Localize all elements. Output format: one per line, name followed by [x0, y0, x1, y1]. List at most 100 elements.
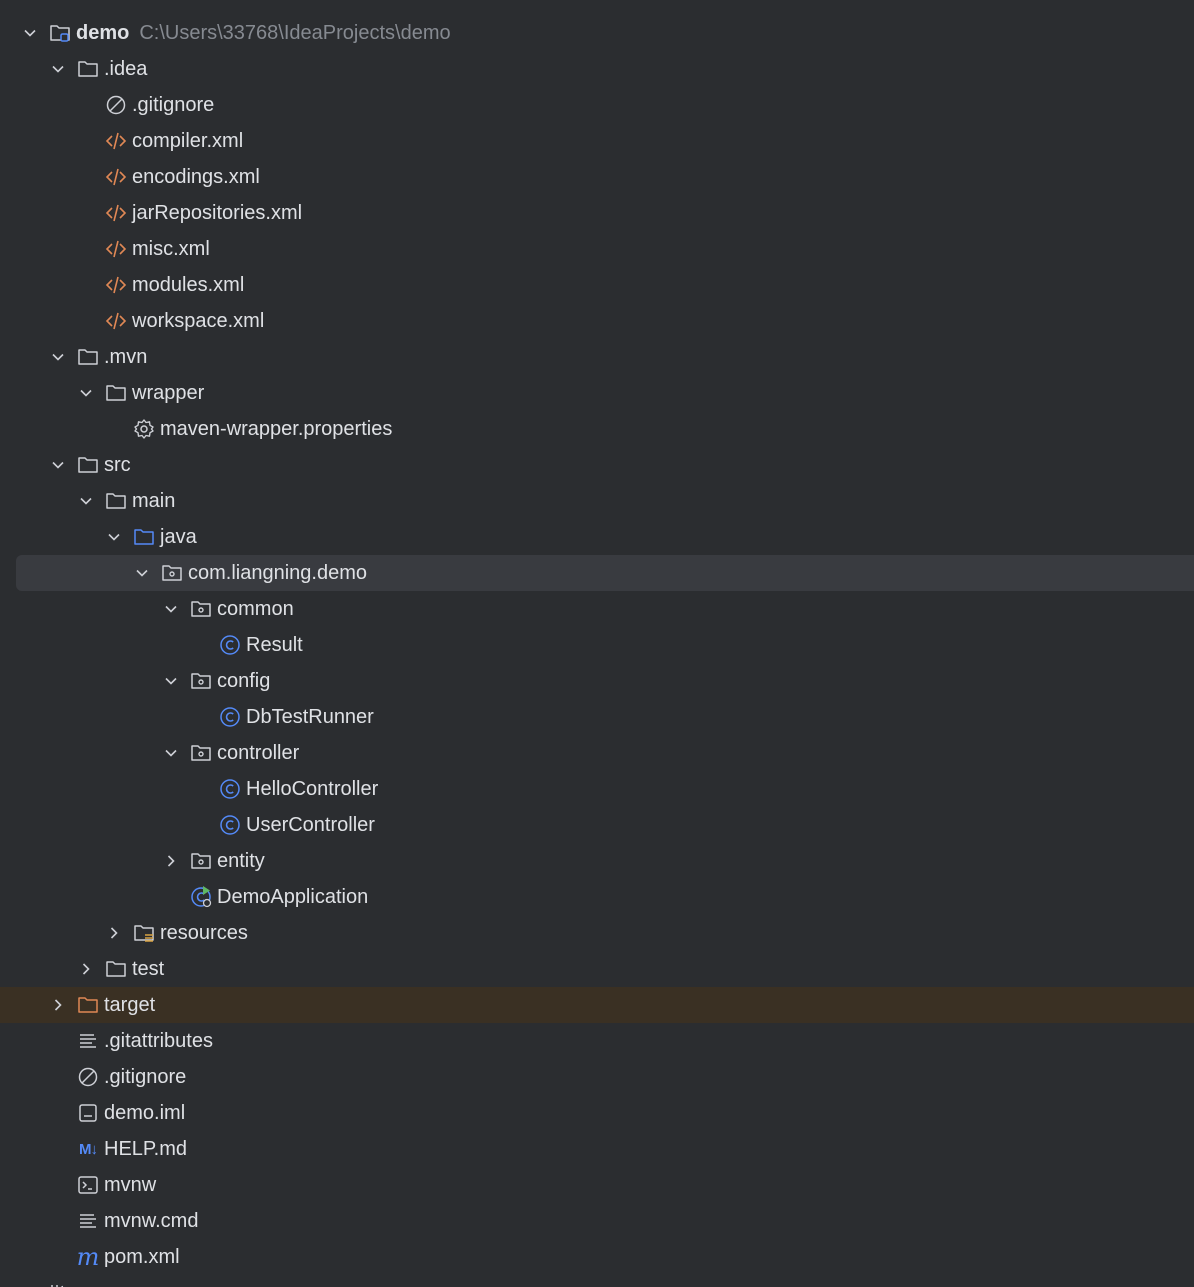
tree-node-demo-iml[interactable]: demo.iml — [0, 1095, 1194, 1131]
xml-file-icon — [104, 165, 128, 189]
tree-node-label: src — [104, 453, 131, 476]
tree-node-workspace-xml[interactable]: workspace.xml — [0, 303, 1194, 339]
tree-node-label: misc.xml — [132, 237, 210, 260]
tree-node-label: UserController — [246, 813, 375, 836]
tree-node-label: HELP.md — [104, 1137, 188, 1160]
class-icon — [218, 633, 242, 657]
tree-node-hellocontroller[interactable]: HelloController — [0, 771, 1194, 807]
tree-node-entity[interactable]: entity — [0, 843, 1194, 879]
text-file-icon — [76, 1209, 100, 1233]
excluded-folder-icon — [76, 993, 100, 1017]
chevron-down-icon[interactable] — [104, 527, 124, 547]
tree-node-label: jarRepositories.xml — [132, 201, 303, 224]
chevron-down-icon[interactable] — [48, 347, 68, 367]
chevron-right-icon[interactable] — [48, 995, 68, 1015]
ignored-file-icon — [104, 93, 128, 117]
source-folder-icon — [132, 525, 156, 549]
resources-folder-icon — [132, 921, 156, 945]
class-icon — [218, 777, 242, 801]
tree-node-label: test — [132, 957, 165, 980]
xml-file-icon — [104, 273, 128, 297]
tree-node-label: DbTestRunner — [246, 705, 374, 728]
folder-icon — [104, 957, 128, 981]
tree-node-pom-xml[interactable]: m pom.xml — [0, 1239, 1194, 1275]
chevron-right-icon[interactable] — [20, 1283, 40, 1287]
tree-node-label: encodings.xml — [132, 165, 260, 188]
tree-node-label: modules.xml — [132, 273, 245, 296]
tree-node-label: .mvn — [104, 345, 148, 368]
tree-node-result[interactable]: Result — [0, 627, 1194, 663]
tree-node-wrapper[interactable]: wrapper — [0, 375, 1194, 411]
chevron-down-icon[interactable] — [76, 383, 96, 403]
tree-node-demo[interactable]: demo C:\Users\33768\IdeaProjects\demo — [0, 15, 1194, 51]
tree-node-root-gitignore[interactable]: .gitignore — [0, 1059, 1194, 1095]
tree-node-label: config — [217, 669, 271, 692]
tree-node-gitattributes[interactable]: .gitattributes — [0, 1023, 1194, 1059]
tree-node-maven-wrapper-properties[interactable]: maven-wrapper.properties — [0, 411, 1194, 447]
package-icon — [189, 741, 213, 765]
tree-node-modules-xml[interactable]: modules.xml — [0, 267, 1194, 303]
tree-node-resources[interactable]: resources — [0, 915, 1194, 951]
folder-icon — [76, 57, 100, 81]
class-icon — [218, 813, 242, 837]
chevron-right-icon[interactable] — [104, 923, 124, 943]
tree-node-java[interactable]: java — [0, 519, 1194, 555]
chevron-down-icon[interactable] — [161, 599, 181, 619]
runnable-class-icon — [189, 885, 213, 909]
tree-node-label: mvnw — [104, 1173, 157, 1196]
tree-node-label: .gitignore — [132, 93, 215, 116]
tree-node-label: pom.xml — [104, 1245, 180, 1268]
tree-node-config[interactable]: config — [0, 663, 1194, 699]
tree-node-test[interactable]: test — [0, 951, 1194, 987]
tree-node-label: controller — [217, 741, 300, 764]
tree-node-label: com.liangning.demo — [188, 561, 367, 584]
tree-node-compiler-xml[interactable]: compiler.xml — [0, 123, 1194, 159]
tree-node-help-md[interactable]: M↓ HELP.md — [0, 1131, 1194, 1167]
tree-node-mvnw[interactable]: mvnw — [0, 1167, 1194, 1203]
chevron-down-icon[interactable] — [132, 563, 152, 583]
tree-node-src[interactable]: src — [0, 447, 1194, 483]
package-icon — [189, 669, 213, 693]
tree-node-com-liangning-demo[interactable]: com.liangning.demo — [16, 555, 1194, 591]
chevron-down-icon[interactable] — [161, 671, 181, 691]
chevron-down-icon[interactable] — [48, 59, 68, 79]
tree-node-demoapplication[interactable]: DemoApplication — [0, 879, 1194, 915]
chevron-down-icon[interactable] — [76, 491, 96, 511]
package-icon — [189, 849, 213, 873]
chevron-down-icon[interactable] — [20, 23, 40, 43]
tree-node-external-libraries[interactable] — [0, 1275, 1194, 1287]
tree-node-usercontroller[interactable]: UserController — [0, 807, 1194, 843]
tree-node-controller[interactable]: controller — [0, 735, 1194, 771]
tree-node-label: mvnw.cmd — [104, 1209, 199, 1232]
tree-node-target[interactable]: target — [0, 987, 1194, 1023]
tree-node-label: DemoApplication — [217, 885, 369, 908]
chevron-down-icon[interactable] — [48, 455, 68, 475]
xml-file-icon — [104, 129, 128, 153]
project-path: C:\Users\33768\IdeaProjects\demo — [139, 21, 451, 44]
tree-node-mvnw-cmd[interactable]: mvnw.cmd — [0, 1203, 1194, 1239]
chevron-right-icon[interactable] — [161, 851, 181, 871]
module-file-icon — [76, 1101, 100, 1125]
tree-node-encodings-xml[interactable]: encodings.xml — [0, 159, 1194, 195]
maven-icon: m — [76, 1245, 100, 1269]
chevron-right-icon[interactable] — [76, 959, 96, 979]
tree-node-jarrepositories-xml[interactable]: jarRepositories.xml — [0, 195, 1194, 231]
chevron-down-icon[interactable] — [161, 743, 181, 763]
tree-node-common[interactable]: common — [0, 591, 1194, 627]
tree-node-label: .gitignore — [104, 1065, 187, 1088]
tree-node-mvn[interactable]: .mvn — [0, 339, 1194, 375]
library-icon — [48, 1281, 72, 1287]
tree-node-label: .idea — [104, 57, 148, 80]
tree-node-label: main — [132, 489, 176, 512]
folder-icon — [76, 453, 100, 477]
tree-node-dbtestrunner[interactable]: DbTestRunner — [0, 699, 1194, 735]
tree-node-main[interactable]: main — [0, 483, 1194, 519]
tree-node-idea[interactable]: .idea — [0, 51, 1194, 87]
xml-file-icon — [104, 201, 128, 225]
class-icon — [218, 705, 242, 729]
tree-node-misc-xml[interactable]: misc.xml — [0, 231, 1194, 267]
tree-node-label: common — [217, 597, 294, 620]
tree-node-gitignore[interactable]: .gitignore — [0, 87, 1194, 123]
tree-node-label: wrapper — [132, 381, 205, 404]
project-tree: demo C:\Users\33768\IdeaProjects\demo .i… — [0, 0, 1194, 1287]
